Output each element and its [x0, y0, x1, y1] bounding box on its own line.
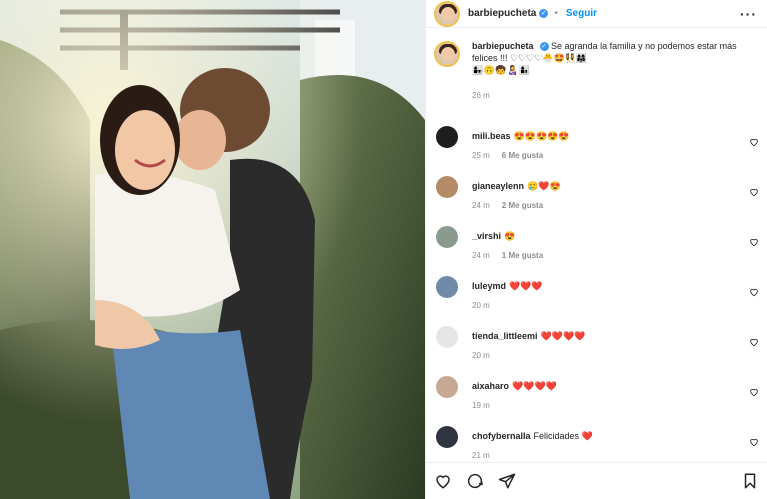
comment-row: gianeaylenn 🥲❤️😍 24 m 2 Me gusta: [426, 173, 767, 223]
comment-username[interactable]: aixaharo: [472, 381, 509, 391]
avatar[interactable]: [436, 426, 458, 448]
avatar[interactable]: [436, 276, 458, 298]
heart-icon[interactable]: [749, 387, 759, 397]
comment-meta: 25 m 6 Me gusta: [472, 150, 745, 162]
comment-text: 😍😍😍😍😍: [513, 131, 570, 141]
comment-likes[interactable]: 6 Me gusta: [502, 151, 543, 160]
comment-likes[interactable]: 2 Me gusta: [502, 201, 543, 210]
follow-button[interactable]: Seguir: [566, 8, 597, 19]
comment-row: _virshi 😍 24 m 1 Me gusta: [426, 223, 767, 273]
heart-icon[interactable]: [749, 137, 759, 147]
heart-icon[interactable]: [749, 337, 759, 347]
comment-meta: 24 m 2 Me gusta: [472, 200, 745, 212]
comment-time: 24 m: [472, 251, 490, 260]
comment-meta: 20 m: [472, 350, 745, 362]
comment-username[interactable]: gianeaylenn: [472, 181, 524, 191]
caption-time: 26 m: [472, 91, 490, 100]
avatar[interactable]: [436, 176, 458, 198]
comment-time: 20 m: [472, 351, 490, 360]
comment-meta: 20 m: [472, 300, 745, 312]
comment-row: tienda_littleemi ❤️❤️❤️❤️ 20 m: [426, 323, 767, 373]
comment-username[interactable]: mili.beas: [472, 131, 511, 141]
comment-time: 24 m: [472, 201, 490, 210]
heart-icon[interactable]: [749, 287, 759, 297]
comment-meta: 19 m: [472, 400, 745, 412]
caption-username[interactable]: barbiepucheta: [472, 41, 534, 51]
avatar[interactable]: [436, 226, 458, 248]
post-header: barbiepucheta ✓ • Seguir ···: [426, 0, 767, 28]
comment-text: Felicidades ❤️: [533, 431, 593, 441]
username[interactable]: barbiepucheta: [468, 8, 536, 19]
comment-username[interactable]: tienda_littleemi: [472, 331, 538, 341]
comment-meta: 21 m: [472, 450, 745, 462]
comment-likes[interactable]: 1 Me gusta: [502, 251, 543, 260]
heart-icon[interactable]: [434, 472, 452, 490]
comment-meta: 24 m 1 Me gusta: [472, 250, 745, 262]
comment-row: chofybernalla Felicidades ❤️ 21 m: [426, 423, 767, 463]
more-icon[interactable]: ···: [740, 6, 757, 22]
comment-row: aixaharo ❤️❤️❤️❤️ 19 m: [426, 373, 767, 423]
avatar[interactable]: [436, 326, 458, 348]
comment-text: 😍: [504, 231, 516, 241]
comment-row: mili.beas 😍😍😍😍😍 25 m 6 Me gusta: [426, 123, 767, 173]
comment-text: ❤️❤️❤️❤️: [512, 381, 557, 391]
heart-icon[interactable]: [749, 237, 759, 247]
comment-text: ❤️❤️❤️: [509, 281, 543, 291]
comment-time: 21 m: [472, 451, 490, 460]
comment-username[interactable]: _virshi: [472, 231, 501, 241]
comment-icon[interactable]: [466, 472, 484, 490]
comment-username[interactable]: luleymd: [472, 281, 506, 291]
caption: barbiepucheta ✓ Se agranda la familia y n…: [426, 38, 767, 123]
post-side-panel: barbiepucheta ✓ • Seguir ··· barbiepuche…: [425, 0, 767, 499]
avatar[interactable]: [434, 41, 460, 67]
bookmark-icon[interactable]: [741, 472, 759, 490]
post-photo: [0, 0, 425, 499]
verified-badge-icon: ✓: [539, 9, 549, 18]
comment-time: 25 m: [472, 151, 490, 160]
caption-emojis: 👩‍👧🙃🧒👩‍🍼👩‍👦: [472, 65, 531, 75]
comment-text: 🥲❤️😍: [527, 181, 561, 191]
share-icon[interactable]: [498, 472, 516, 490]
verified-badge-icon: ✓: [539, 42, 549, 52]
comment-time: 20 m: [472, 301, 490, 310]
comment-text: ❤️❤️❤️❤️: [540, 331, 586, 341]
heart-icon[interactable]: [749, 187, 759, 197]
comments-list: barbiepucheta ✓ Se agranda la familia y n…: [426, 38, 767, 463]
avatar[interactable]: [436, 126, 458, 148]
comment-row: luleymd ❤️❤️❤️ 20 m: [426, 273, 767, 323]
comment-time: 19 m: [472, 401, 490, 410]
comment-username[interactable]: chofybernalla: [472, 431, 531, 441]
action-bar: [426, 462, 767, 499]
separator-dot: •: [554, 8, 558, 19]
avatar[interactable]: [436, 376, 458, 398]
avatar[interactable]: [434, 0, 460, 27]
heart-icon[interactable]: [749, 437, 759, 447]
